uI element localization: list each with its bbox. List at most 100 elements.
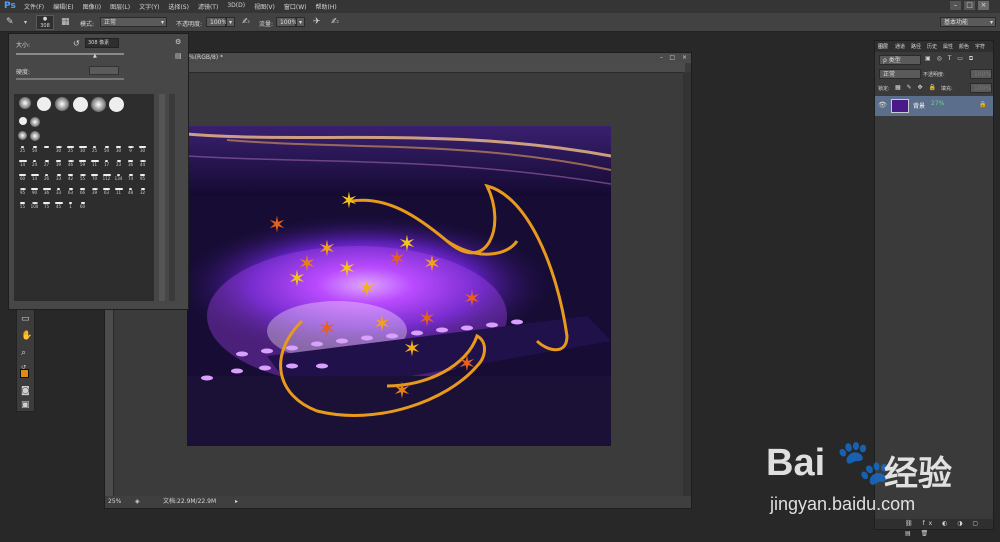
brush-tip[interactable]: 60 — [77, 202, 88, 209]
tab-layers[interactable]: 图层 — [878, 43, 888, 50]
brush-tip[interactable]: 36 — [125, 160, 136, 167]
menu-file[interactable]: 文件(F) — [24, 2, 44, 11]
zoom-tool-icon[interactable]: ⌕ — [21, 349, 26, 358]
workspace-dropdown[interactable]: 基本功能 ▾ — [940, 17, 996, 27]
brush-tip[interactable]: 30 — [77, 146, 88, 153]
brush-tip[interactable]: 48 — [125, 188, 136, 195]
brush-tip[interactable]: 55 — [77, 174, 88, 181]
opacity-dropdown[interactable]: ▾ — [226, 17, 235, 27]
flow-dropdown[interactable]: ▾ — [296, 17, 305, 27]
brush-tip[interactable]: 42 — [65, 174, 76, 181]
brush-tip[interactable]: 25 — [17, 146, 28, 153]
brush-preset-picker[interactable]: ● 308 — [36, 15, 54, 30]
layer-row-background[interactable]: 👁 背景 27% 🔒 — [875, 96, 993, 116]
reset-size-icon[interactable]: ↺ — [73, 39, 80, 48]
brush-tip[interactable]: 66 — [77, 188, 88, 195]
brush-tip-small[interactable] — [17, 131, 28, 140]
status-icon[interactable]: ◈ — [135, 496, 140, 508]
brush-tip-soft-round[interactable] — [54, 97, 70, 111]
canvas-image[interactable]: ✶ ✶ ✶ ✶ ✶ ✶ ✶ ✶ ✶ ✶ ✶ ✶ ✶ ✶ ✶ ✶ ✶ — [187, 126, 611, 446]
size-slider[interactable] — [16, 53, 124, 55]
brush-tip[interactable]: 74 — [125, 174, 136, 181]
brush-tip[interactable] — [41, 146, 52, 148]
brush-tip-hard-round[interactable] — [72, 97, 88, 112]
brush-tip[interactable]: 70 — [89, 174, 100, 181]
brush-tip[interactable]: 46 — [65, 160, 76, 167]
document-tab[interactable]: %(RGB/8) * – □ × — [105, 53, 691, 63]
brush-panel-toggle-icon[interactable]: ▦ — [61, 18, 70, 27]
layer-opacity-field[interactable]: 100% — [970, 69, 992, 79]
brush-tip[interactable]: 63 — [101, 188, 112, 195]
brush-tip-hard-round[interactable] — [108, 97, 124, 112]
quick-mask-icon[interactable]: ◙ — [21, 387, 30, 396]
new-preset-icon[interactable]: ▤ — [175, 52, 182, 60]
vertical-scrollbar[interactable] — [683, 72, 691, 497]
brush-tip[interactable]: 44 — [137, 160, 148, 167]
doc-close-icon[interactable]: × — [682, 53, 687, 63]
brush-tip[interactable]: 25 — [65, 146, 76, 153]
brush-tip[interactable]: 134 — [113, 174, 124, 181]
doc-minimize-icon[interactable]: – — [660, 53, 663, 63]
size-slider-handle-icon[interactable]: ▲ — [93, 53, 97, 59]
menu-image[interactable]: 图像(I) — [83, 2, 101, 11]
hand-tool-icon[interactable]: ✋ — [21, 332, 32, 341]
brush-tip[interactable]: 27 — [41, 160, 52, 167]
doc-maximize-icon[interactable]: □ — [669, 53, 675, 63]
brush-tip[interactable]: 59 — [77, 160, 88, 167]
brush-tip[interactable]: 95 — [17, 188, 28, 195]
menu-3d[interactable]: 3D(D) — [227, 2, 245, 11]
menu-select[interactable]: 选择(S) — [168, 2, 189, 11]
brush-tip[interactable]: 90 — [29, 188, 40, 195]
brush-tip[interactable]: 75 — [41, 202, 52, 209]
brush-tip[interactable]: 30 — [137, 146, 148, 153]
maximize-button[interactable]: □ — [964, 1, 975, 10]
brush-grid-scrollbar[interactable] — [159, 94, 165, 301]
brush-tip[interactable]: 30 — [113, 146, 124, 153]
brush-tip[interactable]: 55 — [17, 202, 28, 209]
tab-channels[interactable]: 通道 — [895, 43, 905, 50]
brush-tip[interactable]: 50 — [101, 146, 112, 153]
fill-field[interactable]: 100% — [970, 83, 992, 93]
brush-tip[interactable]: 32 — [137, 188, 148, 195]
tab-properties[interactable]: 属性 — [943, 43, 953, 50]
brush-tip-soft-round[interactable] — [17, 97, 33, 109]
brush-tip-small[interactable] — [29, 117, 40, 127]
tab-color[interactable]: 颜色 — [959, 43, 969, 50]
hardness-slider[interactable] — [16, 78, 124, 80]
hardness-field[interactable] — [89, 66, 119, 75]
mode-dropdown[interactable]: 正常 ▾ — [100, 17, 167, 27]
tab-character[interactable]: 字符 — [975, 43, 985, 50]
visibility-eye-icon[interactable]: 👁 — [878, 101, 887, 109]
flow-field[interactable]: 100% — [276, 17, 297, 27]
menu-filter[interactable]: 滤镜(T) — [198, 2, 218, 11]
menu-layer[interactable]: 图层(L) — [110, 2, 130, 11]
menu-edit[interactable]: 编辑(E) — [53, 2, 73, 11]
size-field[interactable]: 308 像素 — [85, 38, 119, 48]
brush-tip-hard-round[interactable] — [36, 97, 52, 111]
brush-tip-soft-round[interactable] — [90, 97, 106, 112]
brush-tip[interactable]: 36 — [41, 188, 52, 195]
brush-tip[interactable]: 1 — [65, 202, 76, 209]
brush-tip[interactable]: 14 — [17, 160, 28, 167]
tab-history[interactable]: 历史 — [927, 43, 937, 50]
brush-tip[interactable]: 112 — [101, 174, 112, 181]
close-button[interactable]: × — [978, 1, 989, 10]
opacity-field[interactable]: 100% — [206, 17, 227, 27]
brush-tip[interactable]: 33 — [53, 174, 64, 181]
brush-tip[interactable]: 39 — [53, 160, 64, 167]
panel-gear-icon[interactable]: ⚙ — [175, 38, 181, 46]
brush-tip[interactable]: 33 — [53, 188, 64, 195]
pressure-size-icon[interactable]: ✍ — [331, 18, 339, 27]
brush-tip-small[interactable] — [17, 117, 28, 125]
brush-tip[interactable]: 30 — [53, 146, 64, 153]
brush-tip[interactable]: 50 — [29, 146, 40, 153]
minimize-button[interactable]: – — [950, 1, 961, 10]
lock-icons[interactable]: ▦ ✎ ✥ 🔒 — [895, 84, 938, 91]
status-menu-arrow-icon[interactable]: ▸ — [235, 496, 238, 508]
foreground-color-swatch[interactable] — [20, 369, 29, 378]
airbrush-icon[interactable]: ✈ — [313, 18, 321, 27]
pressure-opacity-icon[interactable]: ✍ — [242, 18, 250, 27]
brush-tip[interactable]: 100 — [29, 202, 40, 209]
brush-tip[interactable]: 39 — [89, 188, 100, 195]
shape-tool-icon[interactable]: ▭ — [21, 315, 30, 324]
